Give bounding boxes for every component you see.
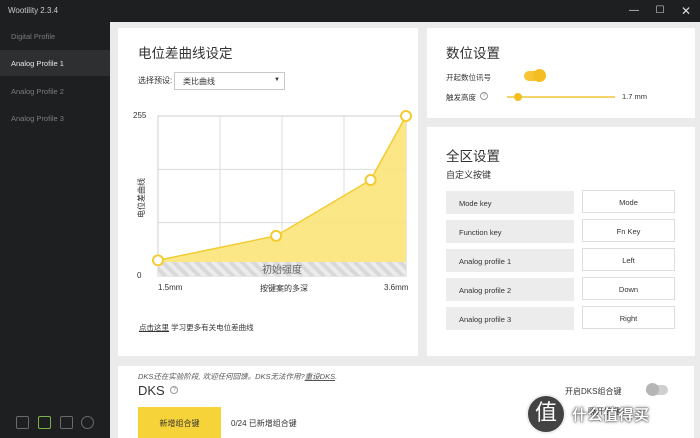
key-row-label: Function key <box>446 220 574 243</box>
combo-count: 0/24 已新增组合键 <box>231 419 297 428</box>
help-link-suffix: 学习更多有关电位差曲线 <box>169 323 254 332</box>
sidebar-item-analog-profile-2[interactable]: Analog Profile 2 <box>0 78 110 104</box>
digital-card: 数位设置 开起数位讯号 触发高度 ? 1.7 mm <box>427 28 695 118</box>
slider-handle[interactable] <box>513 93 522 101</box>
x-tick-min: 1.5mm <box>158 283 183 292</box>
dks-note-text: DKS还在实验阶段, 欢迎任何回馈。DKS无法作用? <box>138 372 305 381</box>
settings-icon[interactable] <box>81 416 94 429</box>
help-link[interactable]: 点击这里 <box>139 323 169 332</box>
sidebar-item-digital-profile[interactable]: Digital Profile <box>0 23 110 49</box>
curve-point[interactable] <box>152 254 164 267</box>
sidebar: Digital Profile Analog Profile 1 Analog … <box>0 22 110 438</box>
download-icon[interactable] <box>38 416 51 429</box>
help-link-row: 点击这里 学习更多有关电位差曲线 <box>139 322 254 333</box>
mode-key-button[interactable]: Mode <box>582 190 675 213</box>
upload-icon[interactable] <box>16 416 29 429</box>
toggle-knob <box>533 69 546 82</box>
watermark-logo: 值 <box>526 394 566 434</box>
baseline-label: 初始强度 <box>262 263 302 276</box>
trigger-height-slider[interactable] <box>507 96 615 98</box>
app-title: Wootility 2.3.4 <box>8 6 59 15</box>
y-axis-label: 电位差曲线 <box>136 178 146 218</box>
function-key-button[interactable]: Fn Key <box>582 219 675 242</box>
curve-point[interactable] <box>270 229 283 242</box>
trigger-height-value: 1.7 mm <box>622 92 648 101</box>
y-tick-max: 255 <box>133 111 147 120</box>
minimize-icon[interactable]: — <box>624 2 644 20</box>
y-tick-min: 0 <box>137 271 142 280</box>
key-row-label: Analog profile 3 <box>446 307 574 330</box>
plot-area: 初始强度 <box>152 110 412 277</box>
digital-enable-label: 开起数位讯号 <box>446 73 491 82</box>
dks-reset-link[interactable]: 重设DKS <box>305 372 335 381</box>
dks-title: DKS ? <box>138 383 179 398</box>
digital-enable-toggle[interactable] <box>524 69 546 82</box>
global-card: 全区设置 自定义按键 Mode key Mode Function key Fn… <box>427 127 695 356</box>
dks-note-end: . <box>335 372 338 381</box>
global-title: 全区设置 <box>446 149 500 164</box>
x-axis-label: 按键案的多深 <box>260 283 308 293</box>
watermark: 值 什么值得买 <box>522 392 698 436</box>
curve-chart[interactable]: 初始强度 255 0 电位差曲线 1.5mm 3.6mm 按键案的多深 <box>118 28 418 308</box>
sidebar-item-analog-profile-1[interactable]: Analog Profile 1 <box>0 50 110 76</box>
sidebar-item-analog-profile-3[interactable]: Analog Profile 3 <box>0 105 110 131</box>
key-row-label: Analog profile 2 <box>446 278 574 301</box>
title-bar: Wootility 2.3.4 — ☐ ✕ <box>0 0 700 22</box>
watermark-text: 什么值得买 <box>572 407 650 424</box>
analog-profile-2-key-button[interactable]: Down <box>582 277 675 300</box>
analog-profile-3-key-button[interactable]: Right <box>582 306 675 329</box>
help-icon[interactable]: ? <box>480 92 488 100</box>
dks-note: DKS还在实验阶段, 欢迎任何回馈。DKS无法作用?重设DKS. <box>138 371 337 382</box>
help-icon[interactable]: ? <box>170 386 179 394</box>
digital-title: 数位设置 <box>446 46 500 61</box>
x-tick-max: 3.6mm <box>384 283 409 292</box>
key-row-label: Mode key <box>446 191 574 214</box>
close-icon[interactable]: ✕ <box>676 2 696 20</box>
maximize-icon[interactable]: ☐ <box>650 2 670 20</box>
layout-icon[interactable] <box>60 416 73 429</box>
sidebar-toolbar <box>0 408 110 438</box>
key-row-label: Analog profile 1 <box>446 249 574 272</box>
curve-point[interactable] <box>364 174 377 186</box>
curve-point[interactable] <box>400 110 412 122</box>
analog-profile-1-key-button[interactable]: Left <box>582 248 675 271</box>
trigger-height-label: 触发高度 <box>446 93 476 102</box>
add-combo-button[interactable]: 新增组合键 <box>138 407 221 438</box>
custom-keys-subtitle: 自定义按键 <box>446 170 492 180</box>
curve-card: 电位差曲线设定 选择预设: 类比曲线 ▼ 初始强度 255 0 电位差曲线 1.… <box>118 28 418 356</box>
dks-title-text: DKS <box>138 383 165 398</box>
